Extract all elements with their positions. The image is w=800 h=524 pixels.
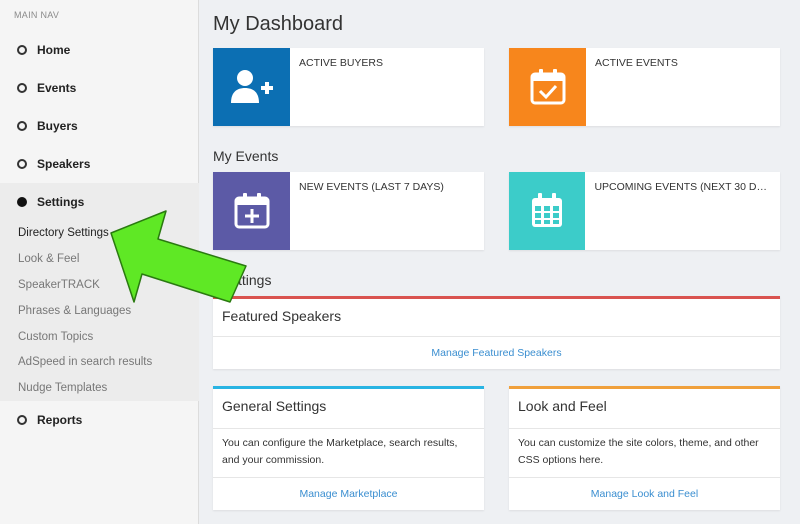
radio-filled-icon [17, 197, 27, 207]
featured-speakers-panel: Featured Speakers Manage Featured Speake… [213, 296, 780, 369]
submenu-directory-settings[interactable]: Directory Settings [18, 227, 109, 239]
manage-featured-speakers-link[interactable]: Manage Featured Speakers [431, 347, 561, 359]
nav-item-label: Reports [37, 413, 83, 427]
submenu-phrases-languages[interactable]: Phrases & Languages [18, 305, 131, 317]
radio-icon [17, 415, 27, 425]
panel-title: General Settings [213, 389, 484, 429]
nav-item-home[interactable]: Home [0, 31, 199, 69]
stat-card-active-buyers[interactable]: ACTIVE BUYERS [213, 48, 484, 126]
nav-item-label: Events [37, 81, 77, 95]
manage-marketplace-link[interactable]: Manage Marketplace [299, 488, 397, 500]
radio-icon [17, 83, 27, 93]
radio-icon [17, 159, 27, 169]
panel-title: Featured Speakers [222, 308, 342, 324]
nav-item-settings[interactable]: Settings [0, 183, 199, 221]
panel-title: Look and Feel [509, 389, 780, 429]
stat-label: ACTIVE BUYERS [299, 57, 384, 69]
stat-card-active-events[interactable]: ACTIVE EVENTS [509, 48, 780, 126]
nav-item-speakers[interactable]: Speakers [0, 145, 199, 183]
calendar-check-icon [509, 48, 586, 126]
sidebar: MAIN NAV Home Events Buyers Speakers Set… [0, 0, 199, 524]
main-nav-header: MAIN NAV [14, 10, 60, 20]
submenu-look-and-feel[interactable]: Look & Feel [18, 253, 79, 265]
radio-icon [17, 121, 27, 131]
panel-footer: Manage Look and Feel [509, 477, 780, 510]
add-user-icon [213, 48, 290, 126]
panel-footer: Manage Featured Speakers [213, 336, 780, 369]
stat-label: NEW EVENTS (LAST 7 DAYS) [299, 181, 444, 193]
nav-item-label: Home [37, 43, 71, 57]
stat-label: UPCOMING EVENTS (NEXT 30 DA... [594, 181, 773, 193]
nav-item-buyers[interactable]: Buyers [0, 107, 199, 145]
general-settings-panel: General Settings You can configure the M… [213, 386, 484, 510]
my-events-title: My Events [213, 148, 279, 164]
panel-description: You can customize the site colors, theme… [518, 437, 759, 466]
panel-description: You can configure the Marketplace, searc… [222, 437, 458, 466]
submenu-adspeed[interactable]: AdSpeed in search results [18, 356, 152, 368]
settings-section-title: ttings [238, 272, 272, 288]
calendar-plus-icon [213, 172, 290, 250]
page-title: My Dashboard [213, 13, 344, 35]
stat-label: ACTIVE EVENTS [595, 57, 678, 69]
manage-look-and-feel-link[interactable]: Manage Look and Feel [591, 488, 698, 500]
stat-card-upcoming-events[interactable]: UPCOMING EVENTS (NEXT 30 DA... [509, 172, 780, 250]
radio-icon [17, 45, 27, 55]
settings-submenu: Directory Settings Look & Feel SpeakerTR… [0, 220, 199, 401]
submenu-nudge-templates[interactable]: Nudge Templates [18, 382, 107, 394]
nav-item-label: Settings [37, 195, 85, 209]
submenu-speakertrack[interactable]: SpeakerTRACK [18, 279, 100, 291]
nav-item-reports[interactable]: Reports [0, 401, 199, 439]
stat-card-new-events[interactable]: NEW EVENTS (LAST 7 DAYS) [213, 172, 484, 250]
look-and-feel-panel: Look and Feel You can customize the site… [509, 386, 780, 510]
submenu-custom-topics[interactable]: Custom Topics [18, 331, 93, 343]
nav-item-label: Buyers [37, 119, 78, 133]
panel-footer: Manage Marketplace [213, 477, 484, 510]
calendar-grid-icon [509, 172, 586, 250]
nav-item-label: Speakers [37, 157, 91, 171]
nav-item-events[interactable]: Events [0, 69, 199, 107]
